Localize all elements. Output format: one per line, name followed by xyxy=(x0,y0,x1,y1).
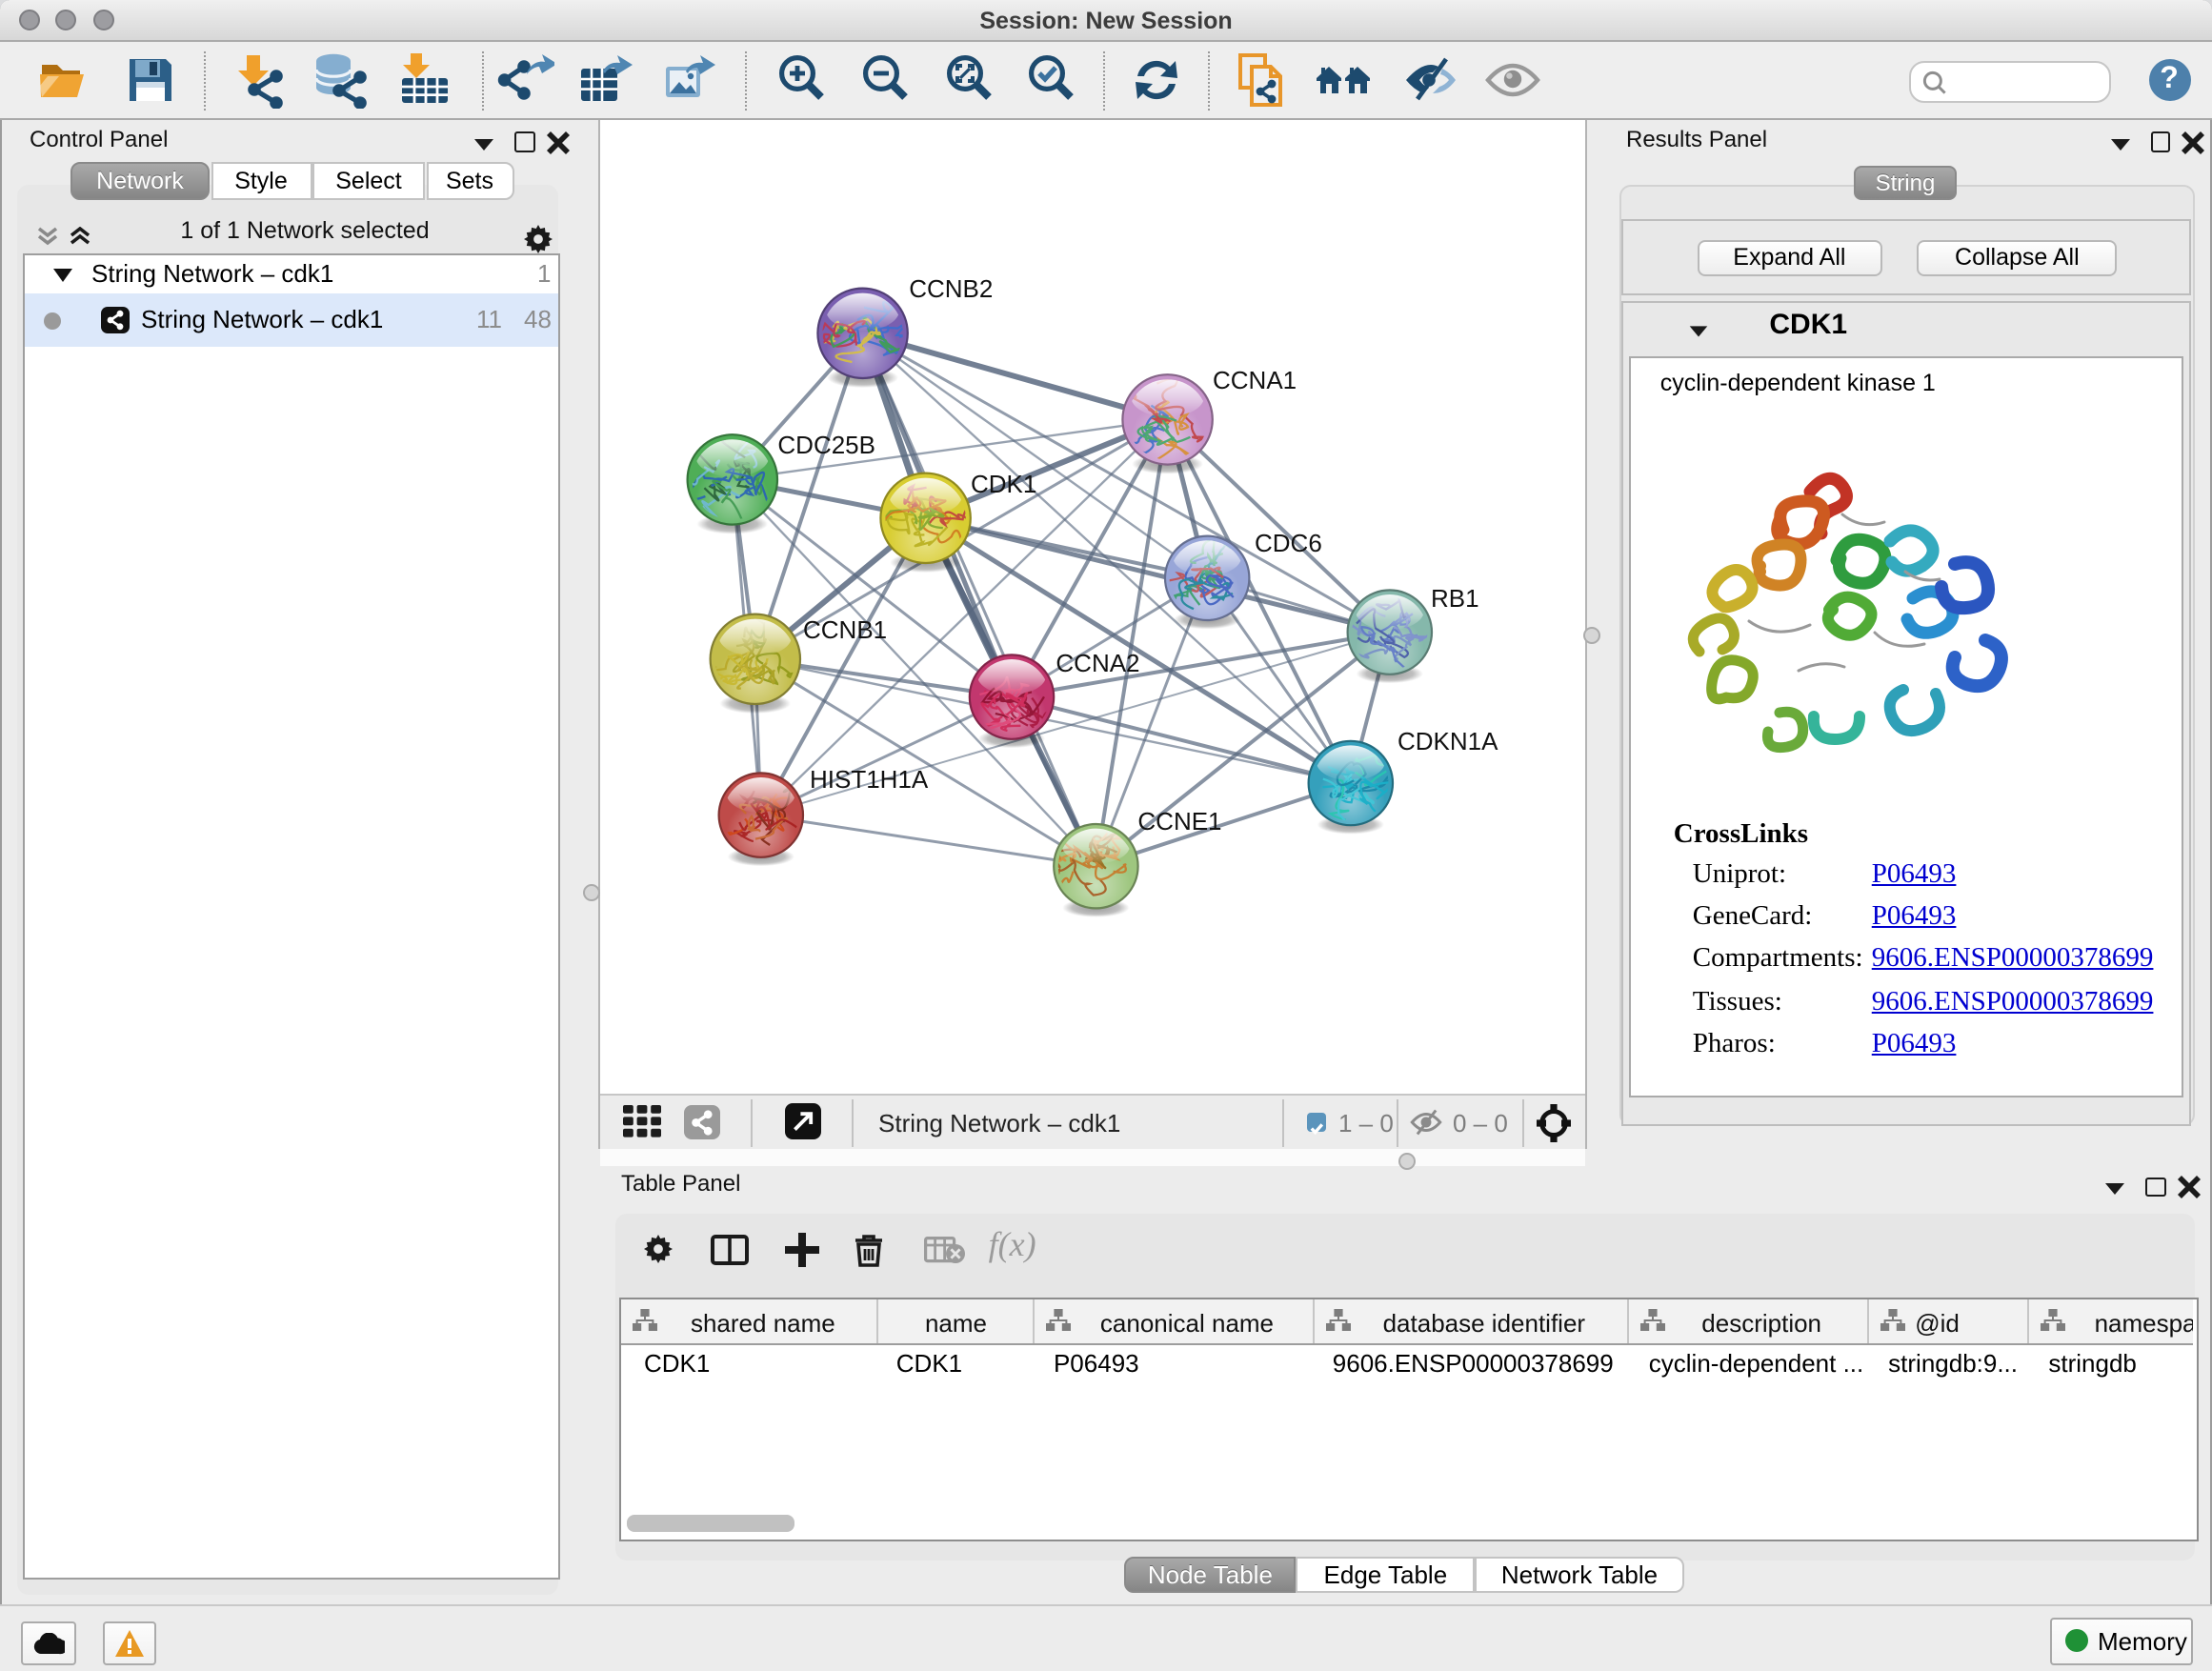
svg-text:CCNB1: CCNB1 xyxy=(802,615,886,644)
svg-text:CCNA1: CCNA1 xyxy=(1212,366,1296,394)
svg-text:CCNA2: CCNA2 xyxy=(1055,649,1138,677)
svg-text:CCNE1: CCNE1 xyxy=(1136,807,1220,836)
svg-text:CCNB2: CCNB2 xyxy=(908,274,992,303)
svg-text:CDKN1A: CDKN1A xyxy=(1397,727,1498,755)
svg-text:CDK1: CDK1 xyxy=(970,470,1036,498)
svg-text:CDC25B: CDC25B xyxy=(776,431,875,459)
svg-text:HIST1H1A: HIST1H1A xyxy=(809,765,928,794)
svg-text:RB1: RB1 xyxy=(1430,584,1478,613)
svg-text:CDC6: CDC6 xyxy=(1254,529,1321,557)
